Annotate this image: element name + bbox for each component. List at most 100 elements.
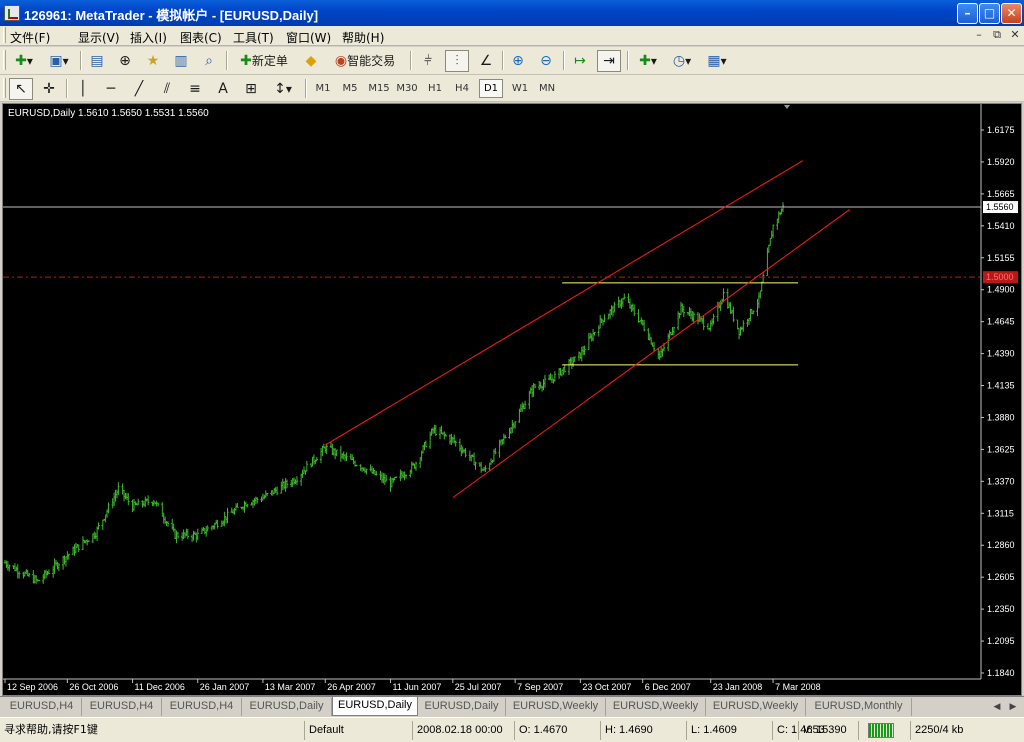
- timeframe-mn[interactable]: MN: [535, 79, 559, 98]
- timeframe-h1[interactable]: H1: [424, 79, 446, 98]
- strategy-tester-button[interactable]: ⌕: [198, 50, 220, 72]
- menu-file[interactable]: 文件(F): [10, 29, 50, 46]
- price-bar: [479, 462, 483, 473]
- price-bar: [335, 449, 338, 457]
- price-bar: [668, 330, 671, 339]
- menu-charts[interactable]: 图表(C): [180, 29, 222, 46]
- data-window-button[interactable]: ⊕: [114, 50, 136, 72]
- timeframe-m30[interactable]: M30: [394, 79, 420, 98]
- trendline-button[interactable]: ╱: [128, 78, 150, 100]
- timeframe-m5[interactable]: M5: [339, 79, 361, 98]
- text-button[interactable]: A: [212, 78, 234, 100]
- price-bar: [647, 328, 650, 340]
- candlestick-button[interactable]: ⫶: [445, 50, 469, 72]
- price-bar: [260, 496, 263, 503]
- equidistant-channel-button[interactable]: ⫽: [156, 78, 178, 100]
- price-bar: [292, 477, 296, 485]
- tab-scroll-left-icon[interactable]: ◀: [990, 700, 1004, 714]
- zoom-out-button[interactable]: ⊖: [535, 50, 557, 72]
- chart-shift-button[interactable]: ⇥: [597, 50, 621, 72]
- price-bar: [8, 564, 11, 572]
- market-watch-button[interactable]: ▤: [86, 50, 108, 72]
- indicators-button[interactable]: ✚▾: [633, 50, 663, 72]
- price-bar: [641, 319, 644, 326]
- price-bar: [144, 496, 147, 508]
- timeframe-d1[interactable]: D1: [479, 79, 503, 98]
- line-studies-toolbar: ↖ ✛ │ ─ ╱ ⫽ ≡ A ⊞ ↕▾ M1 M5 M15 M30 H1 H4…: [0, 75, 1024, 102]
- timeframe-m15[interactable]: M15: [366, 79, 392, 98]
- window-title: 126961: MetaTrader - 模拟帐户 - [EURUSD,Dail…: [24, 8, 319, 23]
- periods-button[interactable]: ◷▾: [667, 50, 697, 72]
- new-chart-icon: ✚: [15, 53, 27, 69]
- menu-window[interactable]: 窗口(W): [286, 29, 331, 46]
- fibonacci-button[interactable]: ≡: [184, 78, 206, 100]
- price-bar: [64, 556, 68, 567]
- timeframe-w1[interactable]: W1: [508, 79, 532, 98]
- price-tick-label: 1.4390: [987, 349, 1015, 359]
- arrows-button[interactable]: ↕▾: [268, 78, 298, 100]
- menu-tools[interactable]: 工具(T): [233, 29, 274, 46]
- chart-tab[interactable]: EURUSD,Weekly: [606, 698, 706, 716]
- chart-tab[interactable]: EURUSD,H4: [2, 698, 82, 716]
- vertical-line-button[interactable]: │: [72, 78, 94, 100]
- price-bar: [67, 553, 70, 560]
- chart-tab[interactable]: EURUSD,Weekly: [506, 698, 606, 716]
- price-chart[interactable]: 1.6175 1.5920 1.5665 1.5410 1.5155 1.4900 1.46…: [3, 104, 1021, 695]
- menu-help[interactable]: 帮助(H): [342, 29, 384, 46]
- title-bar[interactable]: 126961: MetaTrader - 模拟帐户 - [EURUSD,Dail…: [0, 0, 1024, 26]
- chart-tab[interactable]: EURUSD,H4: [82, 698, 162, 716]
- chart-tab[interactable]: EURUSD,Monthly: [806, 698, 912, 716]
- cursor-button[interactable]: ↖: [9, 78, 33, 100]
- price-bar: [261, 493, 265, 501]
- auto-scroll-button[interactable]: ↦: [569, 50, 591, 72]
- price-bar: [648, 333, 651, 341]
- price-bar: [332, 447, 335, 456]
- chart-info-line: EURUSD,Daily 1.5610 1.5650 1.5531 1.5560: [8, 108, 209, 119]
- zoom-in-button[interactable]: ⊕: [507, 50, 529, 72]
- channel-lower-line: [452, 209, 850, 499]
- new-order-button[interactable]: ✚新定单: [232, 50, 296, 72]
- auto-trading-button[interactable]: ◉智能交易: [328, 50, 402, 72]
- maximize-button[interactable]: □: [979, 3, 1000, 24]
- close-button[interactable]: ✕: [1001, 3, 1022, 24]
- chart-tab[interactable]: EURUSD,Daily: [242, 698, 332, 716]
- tab-scroll-right-icon[interactable]: ▶: [1006, 700, 1020, 714]
- mdi-close-icon[interactable]: ✕: [1008, 28, 1022, 42]
- price-bar: [563, 364, 566, 373]
- timeframe-h4[interactable]: H4: [451, 79, 473, 98]
- crosshair-button[interactable]: ✛: [38, 78, 60, 100]
- text-label-button[interactable]: ⊞: [240, 78, 262, 100]
- price-tick-label: 1.5665: [987, 189, 1015, 199]
- chart-tabs-bar: EURUSD,H4 EURUSD,H4 EURUSD,H4 EURUSD,Dai…: [0, 696, 1024, 716]
- chart-tab[interactable]: EURUSD,Daily: [418, 698, 506, 716]
- price-bar: [617, 296, 620, 308]
- terminal-button[interactable]: ▥: [170, 50, 192, 72]
- chart-tab[interactable]: EURUSD,Weekly: [706, 698, 806, 716]
- new-chart-button[interactable]: ✚▾: [9, 50, 39, 72]
- chart-window[interactable]: 1.6175 1.5920 1.5665 1.5410 1.5155 1.4900 1.46…: [2, 103, 1022, 696]
- navigator-button[interactable]: ★: [142, 50, 164, 72]
- menu-view[interactable]: 显示(V): [78, 29, 120, 46]
- minimize-button[interactable]: –: [957, 3, 978, 24]
- mdi-restore-icon[interactable]: ⧉: [990, 28, 1004, 42]
- timeframe-m1[interactable]: M1: [312, 79, 334, 98]
- price-bar: [369, 464, 372, 472]
- price-bar: [226, 507, 229, 524]
- mdi-minimize-icon[interactable]: –: [972, 28, 986, 42]
- templates-button[interactable]: ▦▾: [702, 50, 732, 72]
- price-bar: [155, 500, 158, 507]
- chart-tab-active[interactable]: EURUSD,Daily: [332, 697, 418, 716]
- chart-tab[interactable]: EURUSD,H4: [162, 698, 242, 716]
- price-bar: [166, 521, 170, 527]
- price-bar: [601, 319, 605, 326]
- expert-advisors-button[interactable]: ◆: [300, 50, 322, 72]
- price-bar: [610, 305, 613, 316]
- horizontal-line-button[interactable]: ─: [100, 78, 122, 100]
- menu-insert[interactable]: 插入(I): [130, 29, 167, 46]
- line-chart-button[interactable]: ∠: [475, 50, 497, 72]
- app-icon[interactable]: [4, 5, 20, 21]
- status-profile: Default: [304, 721, 410, 740]
- profiles-button[interactable]: ▣▾: [44, 50, 74, 72]
- bar-chart-button[interactable]: ⫩: [417, 50, 439, 72]
- price-bar: [769, 238, 772, 246]
